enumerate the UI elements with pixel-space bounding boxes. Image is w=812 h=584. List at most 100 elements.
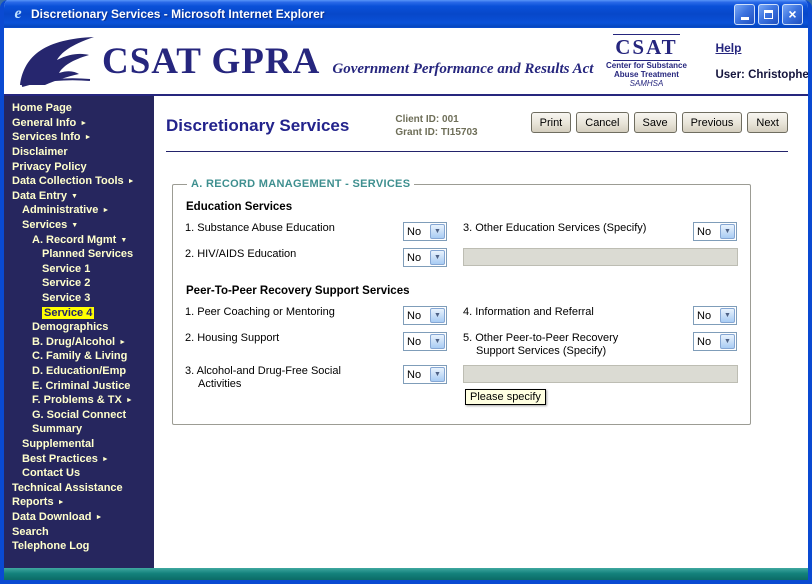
sidebar-item-e-criminal-justice[interactable]: E. Criminal Justice — [4, 378, 154, 393]
sidebar-item-a-record-mgmt[interactable]: A. Record Mgmt▼ — [4, 232, 154, 247]
peer-coaching-label: 1. Peer Coaching or Mentoring — [185, 306, 403, 319]
other-education-specify-area — [463, 248, 738, 266]
hhs-logo — [12, 33, 98, 89]
sidebar-item-b-drug-alcohol[interactable]: B. Drug/Alcohol► — [4, 335, 154, 350]
minimize-button[interactable] — [734, 4, 755, 25]
status-bar — [4, 568, 808, 580]
client-grant-ids: Client ID: 001 Grant ID: TI15703 — [395, 108, 477, 139]
chevron-right-icon: ► — [102, 207, 109, 214]
sidebar-item-services-info[interactable]: Services Info► — [4, 130, 154, 145]
form-row: 2. Housing Support No ▼ 5. Other Peer-to… — [185, 332, 738, 358]
maximize-button[interactable] — [758, 4, 779, 25]
information-referral-select[interactable]: No ▼ — [693, 306, 737, 325]
sidebar-item-data-download[interactable]: Data Download► — [4, 510, 154, 525]
chevron-right-icon: ► — [95, 514, 102, 521]
information-referral-label: 4. Information and Referral — [463, 306, 693, 319]
sidebar-item-label: Service 2 — [42, 277, 90, 289]
form-row: 1. Peer Coaching or Mentoring No ▼ 4. In… — [185, 306, 738, 325]
titlebar[interactable]: e Discretionary Services - Microsoft Int… — [4, 0, 808, 28]
sidebar-item-data-entry[interactable]: Data Entry ▼ — [4, 189, 154, 204]
sidebar-item-privacy-policy[interactable]: Privacy Policy — [4, 159, 154, 174]
substance-abuse-education-select[interactable]: No ▼ — [403, 222, 447, 241]
sidebar-item-f-problems-tx[interactable]: F. Problems & TX► — [4, 393, 154, 408]
sidebar-item-search[interactable]: Search — [4, 524, 154, 539]
brand-tagline: Government Performance and Results Act — [332, 61, 593, 78]
sidebar-item-label: Contact Us — [22, 467, 80, 479]
chevron-down-icon: ▼ — [430, 224, 445, 239]
print-button[interactable]: Print — [531, 112, 572, 133]
sidebar-item-label: Service 3 — [42, 292, 90, 304]
sidebar-item-data-collection-tools[interactable]: Data Collection Tools► — [4, 174, 154, 189]
other-education-services-select[interactable]: No ▼ — [693, 222, 737, 241]
please-specify-tooltip: Please specify — [465, 389, 546, 405]
chevron-down-icon: ▼ — [430, 308, 445, 323]
window-controls: × — [731, 4, 803, 25]
cancel-button[interactable]: Cancel — [576, 112, 628, 133]
save-button[interactable]: Save — [634, 112, 677, 133]
form-row: 1. Substance Abuse Education No ▼ 3. Oth… — [185, 222, 738, 241]
sidebar-item-reports[interactable]: Reports► — [4, 495, 154, 510]
chevron-down-icon: ▼ — [71, 193, 78, 200]
sidebar-item-label: Technical Assistance — [12, 482, 123, 494]
sidebar-item-c-family-living[interactable]: C. Family & Living — [4, 349, 154, 364]
next-button[interactable]: Next — [747, 112, 788, 133]
chevron-right-icon: ► — [80, 120, 87, 127]
previous-button[interactable]: Previous — [682, 112, 743, 133]
sidebar-item-label: A. Record Mgmt — [32, 234, 116, 246]
minimize-icon — [741, 17, 749, 20]
sidebar-item-demographics[interactable]: Demographics — [4, 320, 154, 335]
sidebar-item-service-3[interactable]: Service 3 — [4, 291, 154, 306]
sidebar-item-label: Service 1 — [42, 263, 90, 275]
sidebar-item-label: Data Entry — [12, 190, 67, 202]
chevron-down-icon: ▼ — [430, 250, 445, 265]
close-button[interactable]: × — [782, 4, 803, 25]
sidebar-item-telephone-log[interactable]: Telephone Log — [4, 539, 154, 554]
sidebar-item-administrative[interactable]: Administrative ► — [4, 203, 154, 218]
sidebar-item-service-1[interactable]: Service 1 — [4, 262, 154, 277]
chevron-down-icon: ▼ — [720, 334, 735, 349]
page-title: Discretionary Services — [166, 108, 349, 136]
alcohol-drug-free-social-select[interactable]: No ▼ — [403, 365, 447, 384]
housing-support-select[interactable]: No ▼ — [403, 332, 447, 351]
app-header: CSAT GPRA Government Performance and Res… — [4, 28, 808, 96]
peer-coaching-select[interactable]: No ▼ — [403, 306, 447, 325]
education-services-section: Education Services 1. Substance Abuse Ed… — [185, 201, 738, 267]
sidebar-item-supplemental[interactable]: Supplemental — [4, 437, 154, 452]
other-peer-specify-area: Please specify — [463, 365, 738, 405]
sidebar-item-label: Services Info — [12, 131, 80, 143]
sidebar-item-technical-assistance[interactable]: Technical Assistance — [4, 480, 154, 495]
window-title: Discretionary Services - Microsoft Inter… — [31, 7, 731, 21]
user-label: User: Christopher Shumway — [715, 69, 812, 81]
form-row: 2. HIV/AIDS Education No ▼ — [185, 248, 738, 267]
sidebar-item-d-education-emp[interactable]: D. Education/Emp — [4, 364, 154, 379]
sidebar-item-label: Disclaimer — [12, 146, 68, 158]
sidebar-item-label: Supplemental — [22, 438, 94, 450]
chevron-right-icon: ► — [128, 178, 135, 185]
housing-support-label: 2. Housing Support — [185, 332, 403, 345]
toolbar: Print Cancel Save Previous Next — [531, 108, 788, 133]
peer-recovery-section: Peer-To-Peer Recovery Support Services 1… — [185, 285, 738, 405]
hiv-aids-education-select[interactable]: No ▼ — [403, 248, 447, 267]
sidebar-item-home-page[interactable]: Home Page — [4, 101, 154, 116]
sidebar-item-service-2[interactable]: Service 2 — [4, 276, 154, 291]
maximize-icon — [764, 10, 773, 19]
sidebar-item-service-4[interactable]: Service 4 — [4, 305, 154, 320]
chevron-right-icon: ► — [126, 397, 133, 404]
sidebar-item-contact-us[interactable]: Contact Us — [4, 466, 154, 481]
help-link[interactable]: Help — [715, 41, 741, 55]
sidebar-item-best-practices[interactable]: Best Practices► — [4, 451, 154, 466]
sidebar-item-label: Administrative — [22, 204, 98, 216]
sidebar-item-summary[interactable]: Summary — [4, 422, 154, 437]
other-peer-recovery-select[interactable]: No ▼ — [693, 332, 737, 351]
other-peer-specify-input — [463, 365, 738, 383]
sidebar-item-g-social-connect[interactable]: G. Social Connect — [4, 407, 154, 422]
client-id-label: Client ID: 001 — [395, 113, 477, 126]
sidebar-item-services[interactable]: Services▼ — [4, 218, 154, 233]
sidebar-nav: Home PageGeneral Info►Services Info►Disc… — [4, 96, 154, 568]
sidebar-item-label: Planned Services — [42, 248, 133, 260]
peer-recovery-title: Peer-To-Peer Recovery Support Services — [186, 285, 738, 297]
sidebar-item-general-info[interactable]: General Info► — [4, 116, 154, 131]
sidebar-item-planned-services[interactable]: Planned Services — [4, 247, 154, 262]
other-education-specify-input — [463, 248, 738, 266]
sidebar-item-disclaimer[interactable]: Disclaimer — [4, 145, 154, 160]
